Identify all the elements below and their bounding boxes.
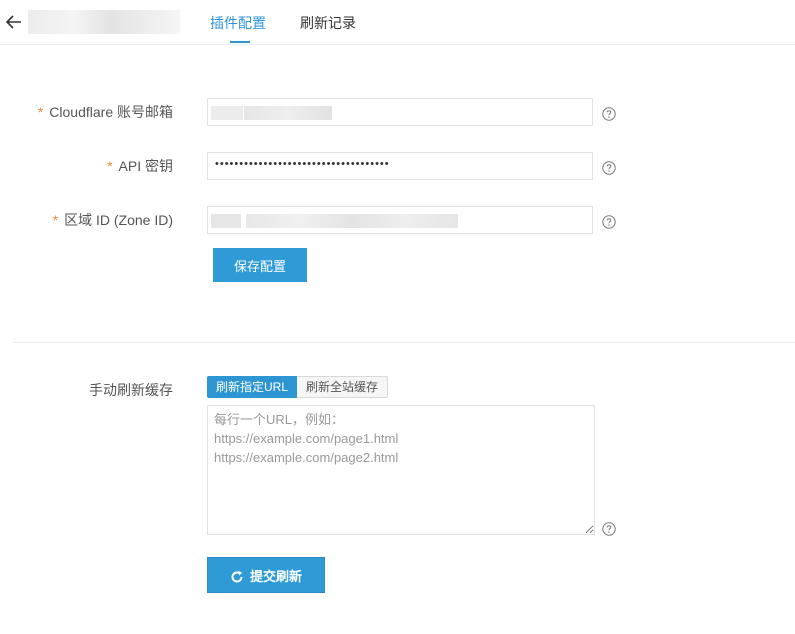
segment-refresh-all[interactable]: 刷新全站缓存 [297,376,388,398]
save-config-button[interactable]: 保存配置 [213,248,307,282]
email-label: * Cloudflare 账号邮箱 [37,104,173,120]
submit-refresh-button[interactable]: 提交刷新 [207,557,325,593]
refresh-icon [231,570,243,582]
help-icon[interactable] [602,522,616,536]
section-divider [12,342,795,343]
api-key-value: •••••••••••••••••••••••••••••••••••• [215,158,390,170]
help-icon[interactable] [602,161,616,175]
tab-plugin-config[interactable]: 插件配置 [210,13,266,33]
active-tab-indicator [230,41,250,43]
plugin-title-blurred [28,10,180,34]
required-mark: * [107,158,113,174]
required-mark: * [52,212,59,228]
zone-id-label: * 区域 ID (Zone ID) [52,212,173,228]
arrow-left-icon[interactable] [4,12,24,32]
email-field[interactable] [207,98,593,126]
page-header: 插件配置 刷新记录 [0,0,795,45]
tab-refresh-log[interactable]: 刷新记录 [300,13,356,33]
required-mark: * [37,104,44,120]
api-key-label: * API 密钥 [107,158,173,174]
manual-refresh-label: 手动刷新缓存 [89,382,173,398]
zone-id-field[interactable] [207,206,593,234]
help-icon[interactable] [602,215,616,229]
help-icon[interactable] [602,107,616,121]
segment-refresh-url[interactable]: 刷新指定URL [207,376,297,398]
api-key-field[interactable]: •••••••••••••••••••••••••••••••••••• [207,152,593,180]
submit-refresh-label: 提交刷新 [249,568,302,584]
url-list-textarea[interactable] [207,405,595,535]
